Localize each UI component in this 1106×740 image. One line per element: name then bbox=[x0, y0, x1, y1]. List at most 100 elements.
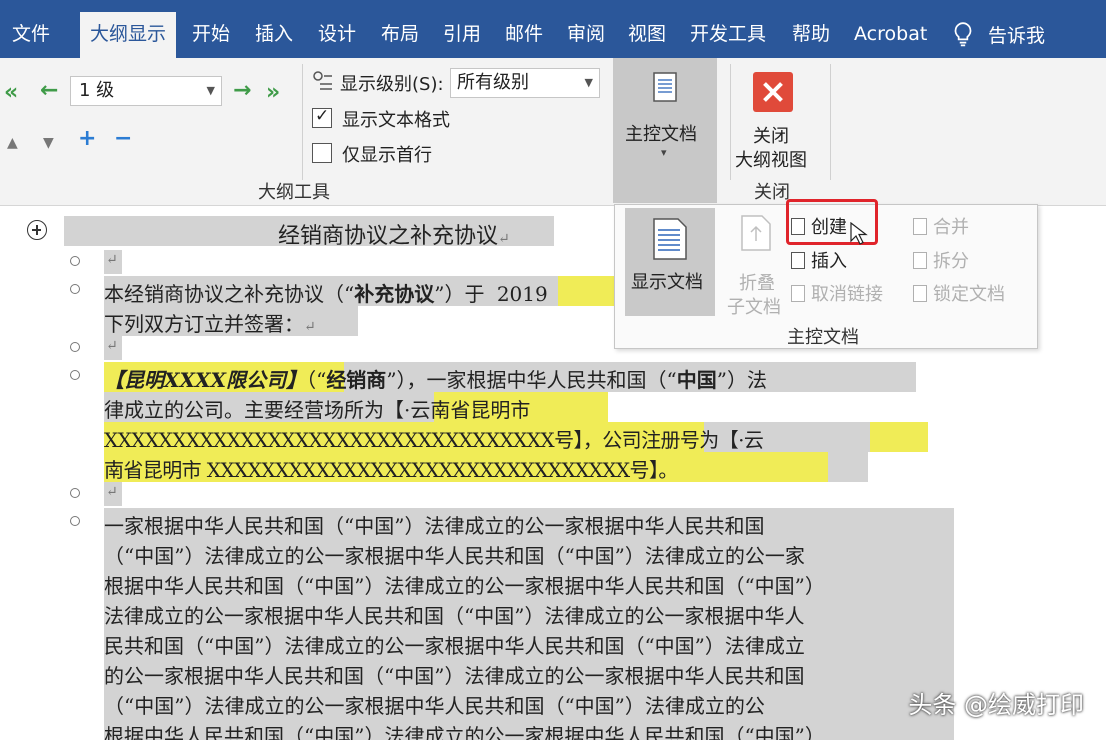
merge-icon bbox=[913, 217, 927, 235]
mouse-cursor-icon bbox=[850, 222, 868, 245]
group-divider bbox=[302, 64, 303, 180]
unlink-subdocument-button[interactable]: 取消链接 bbox=[791, 280, 883, 306]
outline-level-value: 1 级 bbox=[79, 80, 115, 101]
lock-label: 锁定文档 bbox=[933, 284, 1005, 305]
expand-plus-icon[interactable]: + bbox=[78, 128, 96, 150]
body-line: 法律成立的公一家根据中华人民共和国（“中国”）法律成立的公一家根据中华人 bbox=[104, 604, 805, 628]
paragraph-line: 本经销商协议之补充协议（“补充协议”）于 2019 bbox=[104, 282, 548, 306]
group-divider bbox=[830, 64, 831, 180]
tell-me-label: 告诉我 bbox=[988, 24, 1046, 47]
outline-level-select[interactable]: 1 级 ▼ bbox=[70, 76, 222, 106]
close-group-label: 关闭 bbox=[754, 182, 790, 203]
lock-document-button[interactable]: 锁定文档 bbox=[913, 280, 1005, 306]
chevron-down-icon: ▼ bbox=[206, 84, 215, 97]
outline-bullet[interactable] bbox=[70, 488, 80, 498]
tab-home[interactable]: 开始 bbox=[182, 10, 240, 58]
close-label-line1: 关闭 bbox=[753, 126, 789, 147]
tab-mailings[interactable]: 邮件 bbox=[495, 10, 553, 58]
show-first-line-label: 仅显示首行 bbox=[342, 145, 432, 166]
show-level-label: 显示级别(S): bbox=[340, 74, 444, 95]
ribbon-tab-bar: 文件 大纲显示 开始 插入 设计 布局 引用 邮件 审阅 视图 开发工具 帮助 … bbox=[0, 0, 1106, 58]
outline-bullet[interactable] bbox=[70, 342, 80, 352]
promote-icon[interactable]: ← bbox=[40, 80, 58, 102]
tab-file[interactable]: 文件 bbox=[2, 10, 60, 58]
demote-icon[interactable]: → bbox=[233, 80, 251, 102]
close-outline-view-button[interactable]: 关闭 大纲视图 bbox=[731, 58, 817, 176]
chevron-down-icon: ▼ bbox=[584, 76, 593, 89]
collapse-subdocuments-button[interactable]: 折叠 子文档 bbox=[727, 209, 789, 318]
insert-label: 插入 bbox=[811, 251, 847, 272]
body-line: （“中国”）法律成立的公一家根据中华人民共和国（“中国”）法律成立的公 bbox=[104, 694, 765, 718]
unlink-icon bbox=[791, 284, 805, 302]
move-down-icon[interactable]: ▼ bbox=[43, 136, 54, 150]
tell-me-box[interactable]: 告诉我 bbox=[950, 10, 1045, 58]
selection-highlight bbox=[828, 452, 868, 482]
tab-view[interactable]: 视图 bbox=[618, 10, 676, 58]
collapse-minus-icon[interactable]: − bbox=[114, 128, 132, 150]
tab-layout[interactable]: 布局 bbox=[371, 10, 429, 58]
paragraph-line: XXXXXXXXXXXXXXXXXXXXXXXXXXXXXXXXX号】，公司注册… bbox=[104, 428, 764, 452]
show-level-value: 所有级别 bbox=[457, 72, 529, 93]
merge-subdocument-button[interactable]: 合并 bbox=[913, 213, 969, 239]
outline-bullet[interactable] bbox=[70, 256, 80, 266]
paragraph-line: 【昆明XXXX限公司】（“经销商”），一家根据中华人民共和国（“中国”）法 bbox=[104, 368, 767, 392]
lock-icon bbox=[913, 284, 927, 302]
show-level-select[interactable]: 所有级别 ▼ bbox=[450, 68, 600, 98]
master-document-button[interactable]: 主控文档 ▾ bbox=[613, 58, 717, 203]
collapse-subdocuments-icon bbox=[741, 215, 771, 251]
watermark: 头条 @绘威打印 bbox=[908, 691, 1084, 719]
merge-label: 合并 bbox=[933, 217, 969, 238]
lightbulb-icon bbox=[954, 22, 972, 47]
tab-help[interactable]: 帮助 bbox=[782, 10, 840, 58]
paragraph-mark: ↵ bbox=[106, 252, 118, 268]
demote-to-body-icon[interactable]: » bbox=[266, 82, 280, 104]
outline-tools-group-label: 大纲工具 bbox=[258, 182, 330, 203]
show-first-line-checkbox[interactable] bbox=[312, 143, 332, 163]
show-document-icon bbox=[653, 218, 687, 260]
paragraph-line: 律成立的公司。主要经营场所为【·云南省昆明市 bbox=[104, 398, 531, 422]
yellow-highlight bbox=[558, 276, 614, 306]
tab-review[interactable]: 审阅 bbox=[557, 10, 615, 58]
outline-bullet[interactable] bbox=[70, 284, 80, 294]
tab-design[interactable]: 设计 bbox=[308, 10, 366, 58]
tab-acrobat[interactable]: Acrobat bbox=[844, 10, 937, 58]
split-subdocument-button[interactable]: 拆分 bbox=[913, 247, 969, 273]
paragraph-line: 南省昆明市 XXXXXXXXXXXXXXXXXXXXXXXXXXXXXXX号】。 bbox=[104, 458, 678, 482]
collapse-label-line2: 子文档 bbox=[727, 297, 781, 318]
collapse-label-line1: 折叠 bbox=[739, 273, 775, 294]
paragraph-mark: ↵ bbox=[106, 338, 118, 354]
insert-subdocument-button[interactable]: 插入 bbox=[791, 247, 847, 273]
promote-to-heading1-icon[interactable]: « bbox=[4, 82, 18, 104]
show-document-button[interactable]: 显示文档 bbox=[625, 208, 715, 316]
paragraph-line: 下列双方订立并签署：↵ bbox=[104, 312, 316, 336]
show-document-label: 显示文档 bbox=[631, 272, 703, 293]
body-line: 根据中华人民共和国（“中国”）法律成立的公一家根据中华人民共和国（“中国”） bbox=[104, 724, 825, 740]
show-level-icon bbox=[313, 71, 332, 90]
outline-bullet[interactable] bbox=[70, 370, 80, 380]
tab-references[interactable]: 引用 bbox=[433, 10, 491, 58]
insert-document-icon bbox=[791, 251, 805, 269]
split-icon bbox=[913, 251, 927, 269]
yellow-highlight bbox=[870, 422, 928, 452]
master-document-label: 主控文档 bbox=[625, 124, 697, 145]
expand-heading-icon[interactable] bbox=[27, 220, 47, 240]
show-text-format-checkbox[interactable] bbox=[312, 106, 332, 128]
body-line: 的公一家根据中华人民共和国（“中国”）法律成立的公一家根据中华人民共和国 bbox=[104, 664, 805, 688]
master-document-icon bbox=[653, 72, 677, 102]
outline-bullet[interactable] bbox=[70, 516, 80, 526]
body-line: 根据中华人民共和国（“中国”）法律成立的公一家根据中华人民共和国（“中国”） bbox=[104, 574, 825, 598]
unlink-label: 取消链接 bbox=[811, 284, 883, 305]
chevron-down-icon: ▾ bbox=[661, 146, 667, 159]
close-label-line2: 大纲视图 bbox=[735, 150, 807, 171]
master-document-group-label: 主控文档 bbox=[787, 327, 859, 348]
tab-insert[interactable]: 插入 bbox=[245, 10, 303, 58]
split-label: 拆分 bbox=[933, 251, 969, 272]
show-text-format-label: 显示文本格式 bbox=[342, 110, 450, 131]
body-line: （“中国”）法律成立的公一家根据中华人民共和国（“中国”）法律成立的公一家 bbox=[104, 544, 805, 568]
close-icon bbox=[753, 72, 793, 112]
paragraph-mark: ↵ bbox=[106, 484, 118, 500]
body-line: 一家根据中华人民共和国（“中国”）法律成立的公一家根据中华人民共和国 bbox=[104, 514, 765, 538]
move-up-icon[interactable]: ▲ bbox=[7, 136, 18, 150]
tab-developer[interactable]: 开发工具 bbox=[680, 10, 776, 58]
tab-outline[interactable]: 大纲显示 bbox=[80, 12, 177, 58]
